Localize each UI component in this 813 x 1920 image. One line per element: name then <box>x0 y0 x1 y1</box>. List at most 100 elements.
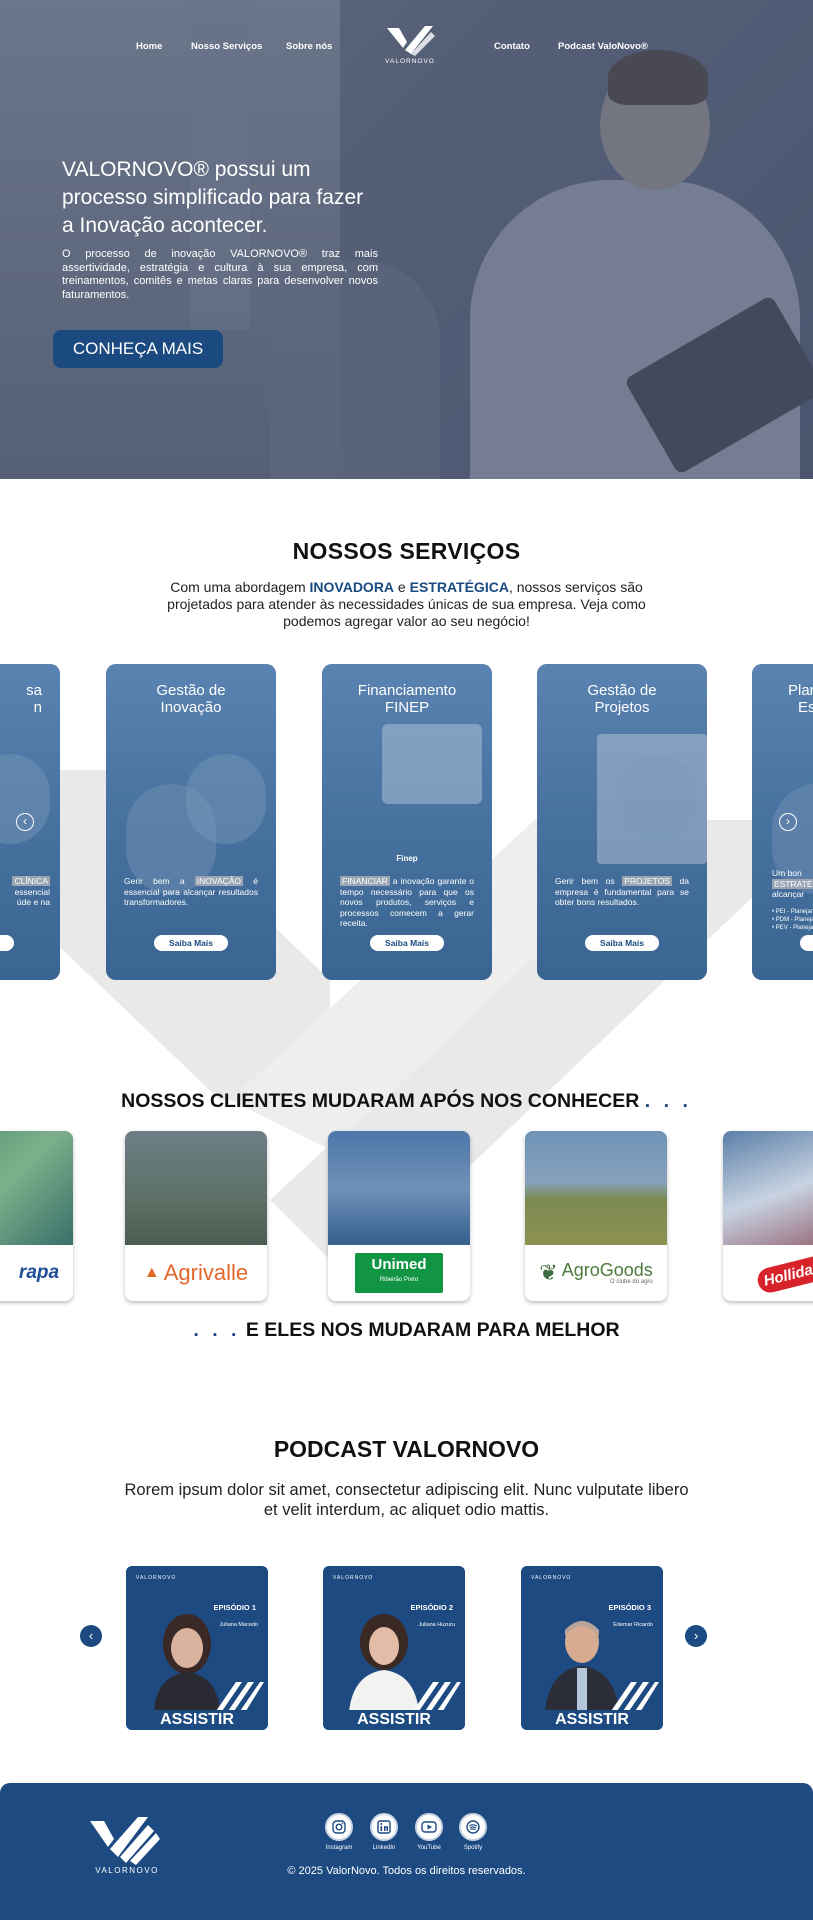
youtube-label: YouTube <box>417 1845 441 1851</box>
card-more-button[interactable]: Saiba Mais <box>370 935 444 951</box>
nav-home-link[interactable]: Home <box>136 41 162 52</box>
client-logo-text: Agrivalle <box>163 1260 249 1285</box>
services-subtitle-text: e <box>394 579 410 595</box>
services-prev-arrow[interactable]: ‹ <box>16 813 34 831</box>
clients-subtitle-text: E ELES NOS MUDARAM PARA MELHOR <box>245 1319 620 1341</box>
client-logo: Hollidays <box>723 1245 813 1301</box>
services-subtitle-highlight: ESTRATÉGICA <box>409 579 509 595</box>
clients-title-text: NOSSOS CLIENTES MUDARAM APÓS NOS CONHECE… <box>121 1090 640 1112</box>
card-title: PlanEs <box>752 682 813 716</box>
nav-about-link[interactable]: Sobre nós <box>286 41 332 52</box>
card-desc-text: alcançar <box>772 889 805 899</box>
card-highlight: PROJETOS <box>622 876 672 886</box>
instagram-icon <box>332 1820 346 1834</box>
episode-logo: VALORNOVO <box>531 1575 572 1581</box>
card-description: FINANCIAR a inovação garante o tempo nec… <box>340 876 474 929</box>
card-desc-text: Gerir bem os <box>555 876 623 886</box>
finep-logo: Finep <box>396 854 418 863</box>
instagram-link[interactable] <box>325 1813 353 1841</box>
client-photo <box>0 1131 73 1245</box>
clients-subtitle: . . . E ELES NOS MUDARAM PARA MELHOR <box>0 1319 813 1342</box>
client-card-hollidays[interactable]: Hollidays <box>723 1131 813 1301</box>
services-subtitle: Com uma abordagem INOVADORA e ESTRATÉGIC… <box>150 579 663 630</box>
services-next-arrow[interactable]: › <box>779 813 797 831</box>
podcast-title: PODCAST VALORNOVO <box>273 1436 540 1462</box>
spotify-link[interactable] <box>459 1813 487 1841</box>
card-more-button[interactable]: Saiba Mais <box>154 935 228 951</box>
card-description: Um bon ESTRATÉ alcançar <box>772 868 813 900</box>
podcast-next-arrow[interactable]: › <box>685 1625 707 1647</box>
episode-card-2[interactable]: VALORNOVO EPISÓDIO 2 Juliana Huzuru ASSI… <box>323 1566 465 1730</box>
client-photo <box>328 1131 470 1245</box>
copyright-text: © 2025 ValorNovo. Todos os direitos rese… <box>287 1865 526 1877</box>
card-title-line: FINEP <box>384 699 430 716</box>
episode-stripes-decor <box>411 1682 461 1714</box>
spotify-icon <box>466 1820 480 1834</box>
service-card-innovation[interactable]: Gestão de Inovação Gerir bem a INOVAÇÃO é… <box>106 664 276 980</box>
clients-dots: . . . <box>644 1090 692 1112</box>
agrivalle-icon: ▲ <box>143 1264 160 1281</box>
card-title-line: Gestão de <box>587 682 657 699</box>
card-description: Gerir bem os PROJETOS da empresa é funda… <box>555 876 689 908</box>
nav-services-link[interactable]: Nosso Serviços <box>191 41 262 52</box>
episode-card-1[interactable]: VALORNOVO EPISÓDIO 1 Juliana Macedo ASSI… <box>126 1566 268 1730</box>
client-card-embrapa[interactable]: rapa <box>0 1131 73 1301</box>
clients-dots: . . . <box>193 1319 241 1341</box>
card-title-line: Inovação <box>160 699 222 716</box>
nav-contact-link[interactable]: Contato <box>494 41 530 52</box>
client-logo-text: rapa <box>18 1262 60 1283</box>
linkedin-link[interactable] <box>370 1813 398 1841</box>
card-more-button[interactable]: Saiba Mais <box>585 935 659 951</box>
episode-logo: VALORNOVO <box>136 1575 177 1581</box>
client-photo <box>125 1131 267 1245</box>
podcast-subtitle: Rorem ipsum dolor sit amet, consectetur … <box>124 1481 689 1519</box>
episode-logo: VALORNOVO <box>333 1575 374 1581</box>
main-nav: Home Nosso Serviços Sobre nós VALORNOVO … <box>0 0 813 95</box>
hero-section: Home Nosso Serviços Sobre nós VALORNOVO … <box>0 0 813 479</box>
linkedin-label: LinkedIn <box>372 1845 396 1851</box>
client-photo <box>525 1131 667 1245</box>
valornovo-logo[interactable]: VALORNOVO <box>381 24 439 68</box>
youtube-link[interactable] <box>415 1813 443 1841</box>
watch-button[interactable]: ASSISTIR <box>323 1710 465 1730</box>
client-card-agrivalle[interactable]: ▲ Agrivalle <box>125 1131 267 1301</box>
card-description: Gerir bem a INOVAÇÃO é essencial para al… <box>124 876 258 908</box>
episode-card-3[interactable]: VALORNOVO EPISÓDIO 3 Edemar Ricardo ASSI… <box>521 1566 663 1730</box>
card-highlight: FINANCIAR <box>340 876 390 886</box>
card-title-line: Financiamento <box>357 682 457 699</box>
card-list-item: • PEI - Planejam <box>772 909 813 915</box>
hero-description: O processo de inovação VALORNOVO® traz m… <box>62 248 378 301</box>
logo-text: VALORNOVO <box>385 58 435 65</box>
card-description: CLÍNICA essencial úde e na <box>0 876 50 908</box>
nav-podcast-link[interactable]: Podcast ValoNovo® <box>558 41 648 52</box>
client-card-unimed[interactable]: Unimed Ribeirão Preto <box>328 1131 470 1301</box>
service-card-projects[interactable]: Gestão de Projetos Gerir bem os PROJETOS … <box>537 664 707 980</box>
footer-logo-icon[interactable] <box>84 1813 170 1869</box>
card-desc-text: Um bon <box>772 868 802 878</box>
client-card-agrogoods[interactable]: ❦ AgroGoods O clube do agro <box>525 1131 667 1301</box>
card-title: Gestão de Projetos <box>537 682 707 716</box>
podcast-prev-arrow[interactable]: ‹ <box>80 1625 102 1647</box>
card-title-line: sa <box>26 682 42 699</box>
card-desc-text: Gerir bem a <box>124 876 195 886</box>
watch-button[interactable]: ASSISTIR <box>521 1710 663 1730</box>
card-title: Financiamento FINEP <box>322 682 492 716</box>
service-card-finep[interactable]: Financiamento FINEP Finep FINANCIAR a ino… <box>322 664 492 980</box>
client-logo-text: Unimed <box>371 1256 427 1273</box>
agrogoods-leaf-icon: ❦ <box>539 1260 558 1285</box>
card-title-line: Gestão de <box>156 682 226 699</box>
client-logo: rapa <box>0 1245 73 1301</box>
client-logo: Unimed Ribeirão Preto <box>328 1245 470 1301</box>
know-more-button[interactable]: CONHEÇA MAIS <box>53 330 223 368</box>
card-highlight: ESTRATÉ <box>772 878 813 889</box>
client-photo <box>723 1131 813 1245</box>
hero-title: VALORNOVO® possui um processo simplifica… <box>62 158 364 237</box>
card-more-button[interactable] <box>800 935 813 951</box>
watch-button[interactable]: ASSISTIR <box>126 1710 268 1730</box>
client-logo-text: AgroGoods <box>561 1260 653 1280</box>
logo-mark-icon <box>387 26 435 56</box>
card-desc-text: essencial <box>14 886 50 897</box>
episode-stripes-decor <box>214 1682 264 1714</box>
youtube-icon <box>421 1821 437 1833</box>
episode-stripes-decor <box>609 1682 659 1714</box>
